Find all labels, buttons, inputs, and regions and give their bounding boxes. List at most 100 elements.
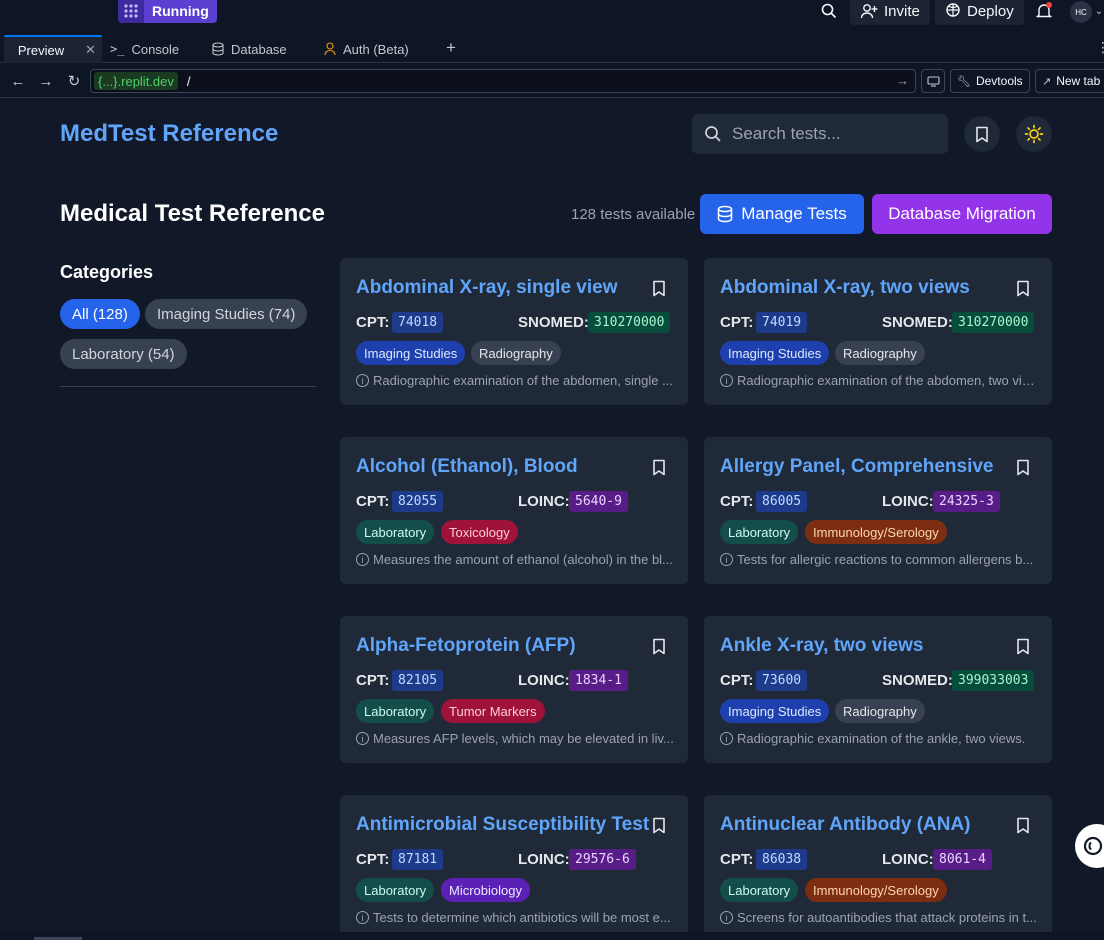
search-input[interactable] — [732, 124, 932, 144]
search-icon[interactable] — [819, 1, 839, 21]
preview-url-bar: ← → ↻ {...}.replit.dev / → 🔧︎ Devtools ↗… — [0, 64, 1104, 98]
deploy-icon — [946, 3, 960, 17]
info-icon: i — [720, 374, 733, 387]
loinc-code: 24325-3 — [933, 491, 1000, 512]
cpt-label: CPT: — [356, 672, 390, 689]
category-tag: Laboratory — [720, 520, 799, 544]
wrench-icon: 🔧︎ — [957, 75, 971, 88]
tab-auth[interactable]: Auth (Beta) — [318, 35, 415, 63]
cpt-label: CPT: — [720, 851, 754, 868]
snomed-code: 310270000 — [952, 312, 1035, 333]
close-tab-icon[interactable]: ✕ — [85, 42, 96, 58]
url-host: {...}.replit.dev — [94, 72, 178, 90]
category-tag: Imaging Studies — [356, 341, 466, 365]
snomed-code: 310270000 — [588, 312, 671, 333]
database-icon — [212, 42, 224, 56]
test-title[interactable]: Ankle X-ray, two views — [720, 635, 923, 657]
deploy-label: Deploy — [967, 2, 1014, 20]
subcategory-tag: Tumor Markers — [441, 699, 545, 723]
bookmark-icon[interactable] — [1016, 638, 1030, 655]
chat-bubble-icon — [1083, 836, 1103, 856]
bookmark-icon[interactable] — [652, 280, 666, 297]
go-arrow-icon[interactable]: → — [896, 73, 909, 88]
test-card[interactable]: Antinuclear Antibody (ANA) CPT: 86038 LO… — [704, 795, 1052, 940]
test-card[interactable]: Allergy Panel, Comprehensive CPT: 86005 … — [704, 437, 1052, 584]
cpt-code: 74018 — [392, 312, 444, 333]
test-card[interactable]: Ankle X-ray, two views CPT: 73600 SNOMED… — [704, 616, 1052, 763]
test-description: i Radiographic examination of the abdomen… — [356, 373, 674, 388]
subcategory-tag: Microbiology — [441, 878, 530, 902]
cpt-label: CPT: — [356, 314, 390, 331]
theme-toggle-button[interactable] — [1016, 116, 1052, 152]
test-title[interactable]: Antinuclear Antibody (ANA) — [720, 814, 971, 836]
cpt-code: 87181 — [392, 849, 444, 870]
device-preview-icon[interactable] — [921, 69, 945, 93]
reload-icon[interactable]: ↻ — [65, 72, 83, 90]
avatar[interactable]: HC — [1070, 1, 1092, 23]
tests-count: 128 tests available — [571, 206, 696, 223]
back-arrow-icon[interactable]: ← — [9, 72, 27, 90]
monitor-icon — [10, 49, 11, 51]
forward-arrow-icon[interactable]: → — [37, 72, 55, 90]
subcategory-tag: Radiography — [471, 341, 561, 365]
cpt-code: 86038 — [756, 849, 808, 870]
bookmark-icon[interactable] — [1016, 459, 1030, 476]
cpt-label: CPT: — [356, 851, 390, 868]
chevron-down-icon[interactable]: ⌄ — [1094, 1, 1104, 21]
test-description: i Screens for autoantibodies that attack … — [720, 910, 1038, 925]
loinc-code: 29576-6 — [569, 849, 636, 870]
bookmark-icon[interactable] — [1016, 817, 1030, 834]
bookmark-icon[interactable] — [1016, 280, 1030, 297]
test-title[interactable]: Alcohol (Ethanol), Blood — [356, 456, 578, 478]
devtools-button[interactable]: 🔧︎ Devtools — [950, 69, 1030, 93]
test-title[interactable]: Allergy Panel, Comprehensive — [720, 456, 994, 478]
test-description: i Tests for allergic reactions to common … — [720, 552, 1038, 567]
test-title[interactable]: Abdominal X-ray, two views — [720, 277, 970, 299]
category-chip-all[interactable]: All (128) — [60, 299, 140, 329]
add-user-icon — [860, 4, 878, 19]
test-card[interactable]: Alcohol (Ethanol), Blood CPT: 82055 LOIN… — [340, 437, 688, 584]
new-tab-plus-icon[interactable]: + — [446, 38, 456, 58]
test-card[interactable]: Antimicrobial Susceptibility Test CPT: 8… — [340, 795, 688, 940]
search-box[interactable] — [692, 114, 948, 154]
bookmark-icon[interactable] — [652, 459, 666, 476]
workspace-tabs: Preview ✕ >_ Console Database Auth (Beta… — [0, 33, 1104, 63]
cpt-code: 82105 — [392, 670, 444, 691]
bookmark-icon[interactable] — [652, 817, 666, 834]
test-title[interactable]: Antimicrobial Susceptibility Test — [356, 814, 649, 836]
cpt-code: 74019 — [756, 312, 808, 333]
subcategory-tag: Immunology/Serology — [805, 520, 947, 544]
code2-label: SNOMED: — [882, 314, 953, 331]
test-card[interactable]: Abdominal X-ray, single view CPT: 74018 … — [340, 258, 688, 405]
bookmark-icon[interactable] — [652, 638, 666, 655]
category-chip-laboratory[interactable]: Laboratory (54) — [60, 339, 187, 369]
new-tab-button[interactable]: ↗ New tab — [1035, 69, 1104, 93]
test-title[interactable]: Alpha-Fetoprotein (AFP) — [356, 635, 576, 657]
manage-tests-button[interactable]: Manage Tests — [700, 194, 864, 234]
test-title[interactable]: Abdominal X-ray, single view — [356, 277, 618, 299]
test-card[interactable]: Abdominal X-ray, two views CPT: 74019 SN… — [704, 258, 1052, 405]
tab-console[interactable]: >_ Console — [104, 35, 185, 63]
tab-preview[interactable]: Preview ✕ — [4, 35, 102, 63]
deploy-button[interactable]: Deploy — [935, 0, 1024, 25]
replit-topbar: Running Invite Deploy HC ⌄ — [0, 0, 1104, 33]
test-description: i Radiographic examination of the ankle, … — [720, 731, 1038, 746]
more-options-icon[interactable]: ⋮ — [1096, 39, 1104, 56]
code2-label: LOINC: — [518, 672, 570, 689]
database-migration-button[interactable]: Database Migration — [872, 194, 1052, 234]
test-card[interactable]: Alpha-Fetoprotein (AFP) CPT: 82105 LOINC… — [340, 616, 688, 763]
url-field[interactable]: {...}.replit.dev / → — [90, 69, 916, 93]
info-icon: i — [720, 911, 733, 924]
category-chip-imaging[interactable]: Imaging Studies (74) — [145, 299, 308, 329]
bookmarks-button[interactable] — [964, 116, 1000, 152]
tab-database[interactable]: Database — [206, 35, 293, 63]
brand-logo-text[interactable]: MedTest Reference — [60, 120, 278, 148]
run-status-button[interactable]: Running — [118, 0, 217, 23]
subcategory-tag: Toxicology — [441, 520, 518, 544]
invite-button[interactable]: Invite — [850, 0, 930, 25]
bell-icon[interactable] — [1034, 1, 1054, 21]
test-description: i Radiographic examination of the abdomen… — [720, 373, 1038, 388]
bottom-status-strip — [0, 932, 1104, 940]
search-icon — [705, 126, 721, 142]
category-tag: Laboratory — [356, 520, 435, 544]
